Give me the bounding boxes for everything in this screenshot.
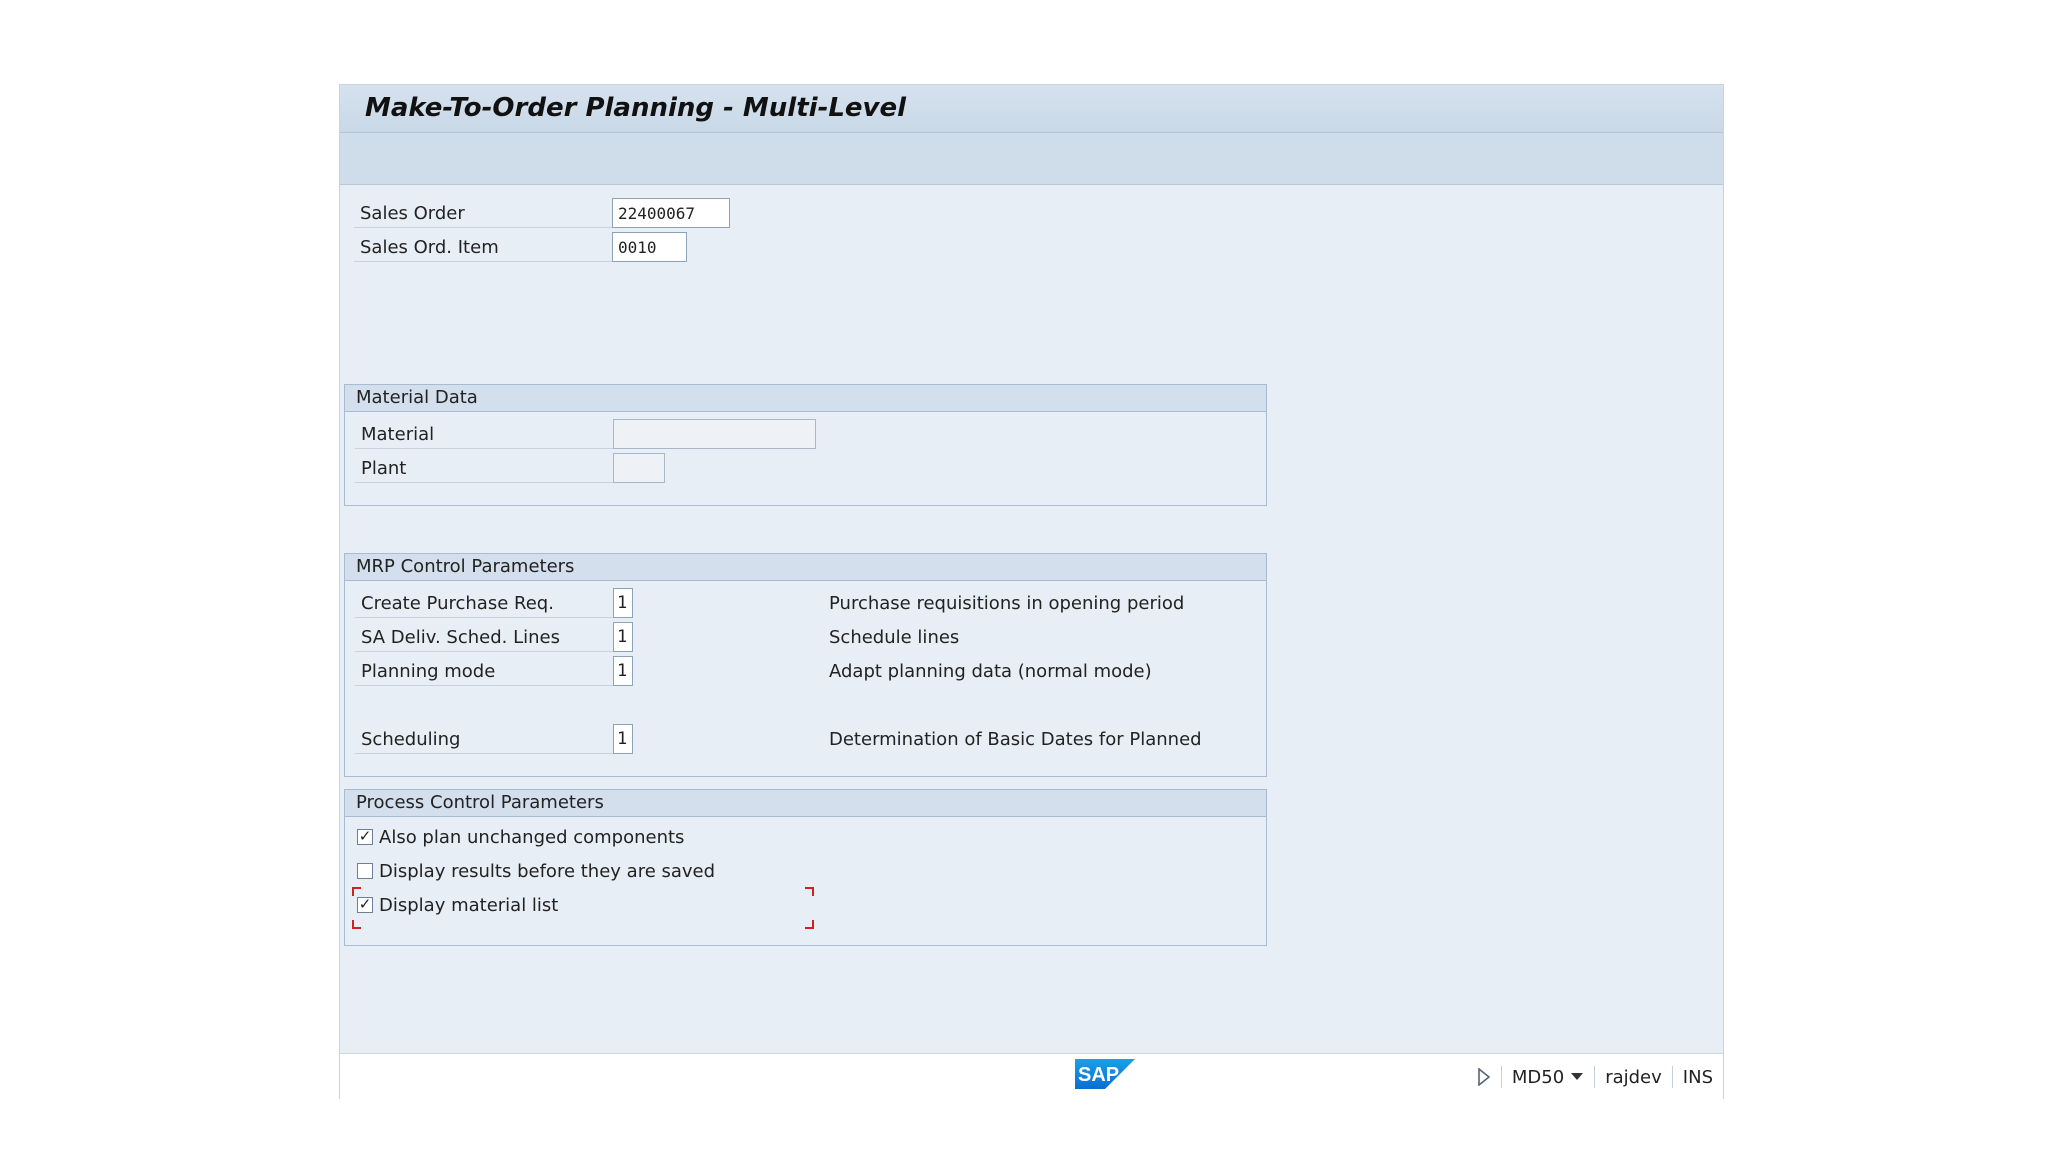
page-title: Make-To-Order Planning - Multi-Level <box>365 93 907 123</box>
status-separator <box>1594 1066 1596 1088</box>
display-material-list-label: Display material list <box>379 895 559 916</box>
plant-input[interactable] <box>613 453 665 483</box>
material-data-group: Material Data Material Plant <box>344 384 1267 506</box>
sales-order-input[interactable] <box>612 198 730 228</box>
material-data-header: Material Data <box>345 385 1266 412</box>
option-plan-unchanged[interactable]: ✓ Also plan unchanged components <box>357 826 757 852</box>
status-info: MD50 rajdev INS <box>1477 1062 1713 1092</box>
scheduling-input[interactable] <box>613 724 633 754</box>
mrp-row-label: SA Deliv. Sched. Lines <box>355 624 613 652</box>
mrp-row-scheduling: Scheduling Determination of Basic Dates … <box>355 724 1255 756</box>
option-display-material-list[interactable]: ✓ Display material list <box>357 894 757 920</box>
focus-bracket-top-right <box>805 887 814 896</box>
sales-item-label: Sales Ord. Item <box>354 234 612 262</box>
focus-bracket-top-left <box>352 887 361 896</box>
mrp-row-planning-mode: Planning mode Adapt planning data (norma… <box>355 656 1255 688</box>
material-input[interactable] <box>613 419 816 449</box>
mrp-row-sched-lines: SA Deliv. Sched. Lines Schedule lines <box>355 622 1255 654</box>
status-separator <box>1500 1066 1502 1088</box>
purchase-req-desc: Purchase requisitions in opening period <box>829 593 1185 614</box>
sales-order-label: Sales Order <box>354 200 612 228</box>
display-material-list-checkbox[interactable]: ✓ <box>357 897 373 913</box>
scheduling-desc: Determination of Basic Dates for Planned <box>829 729 1202 750</box>
mrp-control-group: MRP Control Parameters Create Purchase R… <box>344 553 1267 777</box>
option-display-results[interactable]: Display results before they are saved <box>357 860 757 886</box>
play-triangle-icon[interactable] <box>1477 1068 1491 1086</box>
material-label: Material <box>355 421 613 449</box>
plant-row: Plant <box>355 453 855 485</box>
focus-bracket-bottom-left <box>352 920 361 929</box>
process-control-header: Process Control Parameters <box>345 790 1266 817</box>
display-results-checkbox[interactable] <box>357 863 373 879</box>
mrp-row-label: Scheduling <box>355 726 613 754</box>
title-bar: Make-To-Order Planning - Multi-Level <box>340 85 1723 133</box>
display-results-label: Display results before they are saved <box>379 861 716 882</box>
plant-label: Plant <box>355 455 613 483</box>
user-name: rajdev <box>1605 1066 1662 1088</box>
status-separator <box>1671 1066 1673 1088</box>
material-row: Material <box>355 419 855 451</box>
focus-bracket-bottom-right <box>805 920 814 929</box>
sched-lines-desc: Schedule lines <box>829 627 960 648</box>
sap-window: Make-To-Order Planning - Multi-Level Sal… <box>339 84 1724 1100</box>
chevron-down-icon[interactable] <box>1570 1072 1584 1082</box>
transaction-code[interactable]: MD50 <box>1512 1067 1564 1088</box>
sales-order-row: Sales Order <box>354 198 754 230</box>
process-control-group: Process Control Parameters ✓ Also plan u… <box>344 789 1267 946</box>
sap-logo-text: SAP <box>1078 1064 1119 1086</box>
mrp-row-purchase-req: Create Purchase Req. Purchase requisitio… <box>355 588 1255 620</box>
plan-unchanged-checkbox[interactable]: ✓ <box>357 829 373 845</box>
selection-screen: Sales Order Sales Ord. Item Material Dat… <box>340 185 1723 1035</box>
insert-mode[interactable]: INS <box>1683 1067 1713 1088</box>
sales-item-row: Sales Ord. Item <box>354 232 754 264</box>
sap-logo-icon: SAP <box>1075 1059 1135 1089</box>
purchase-req-input[interactable] <box>613 588 633 618</box>
planning-mode-desc: Adapt planning data (normal mode) <box>829 661 1152 682</box>
mrp-row-label: Planning mode <box>355 658 613 686</box>
mrp-row-label: Create Purchase Req. <box>355 590 613 618</box>
planning-mode-input[interactable] <box>613 656 633 686</box>
mrp-control-header: MRP Control Parameters <box>345 554 1266 581</box>
sales-item-input[interactable] <box>612 232 687 262</box>
sched-lines-input[interactable] <box>613 622 633 652</box>
plan-unchanged-label: Also plan unchanged components <box>379 827 685 848</box>
application-toolbar <box>340 133 1723 185</box>
status-bar: SAP MD50 rajdev INS <box>340 1053 1723 1100</box>
